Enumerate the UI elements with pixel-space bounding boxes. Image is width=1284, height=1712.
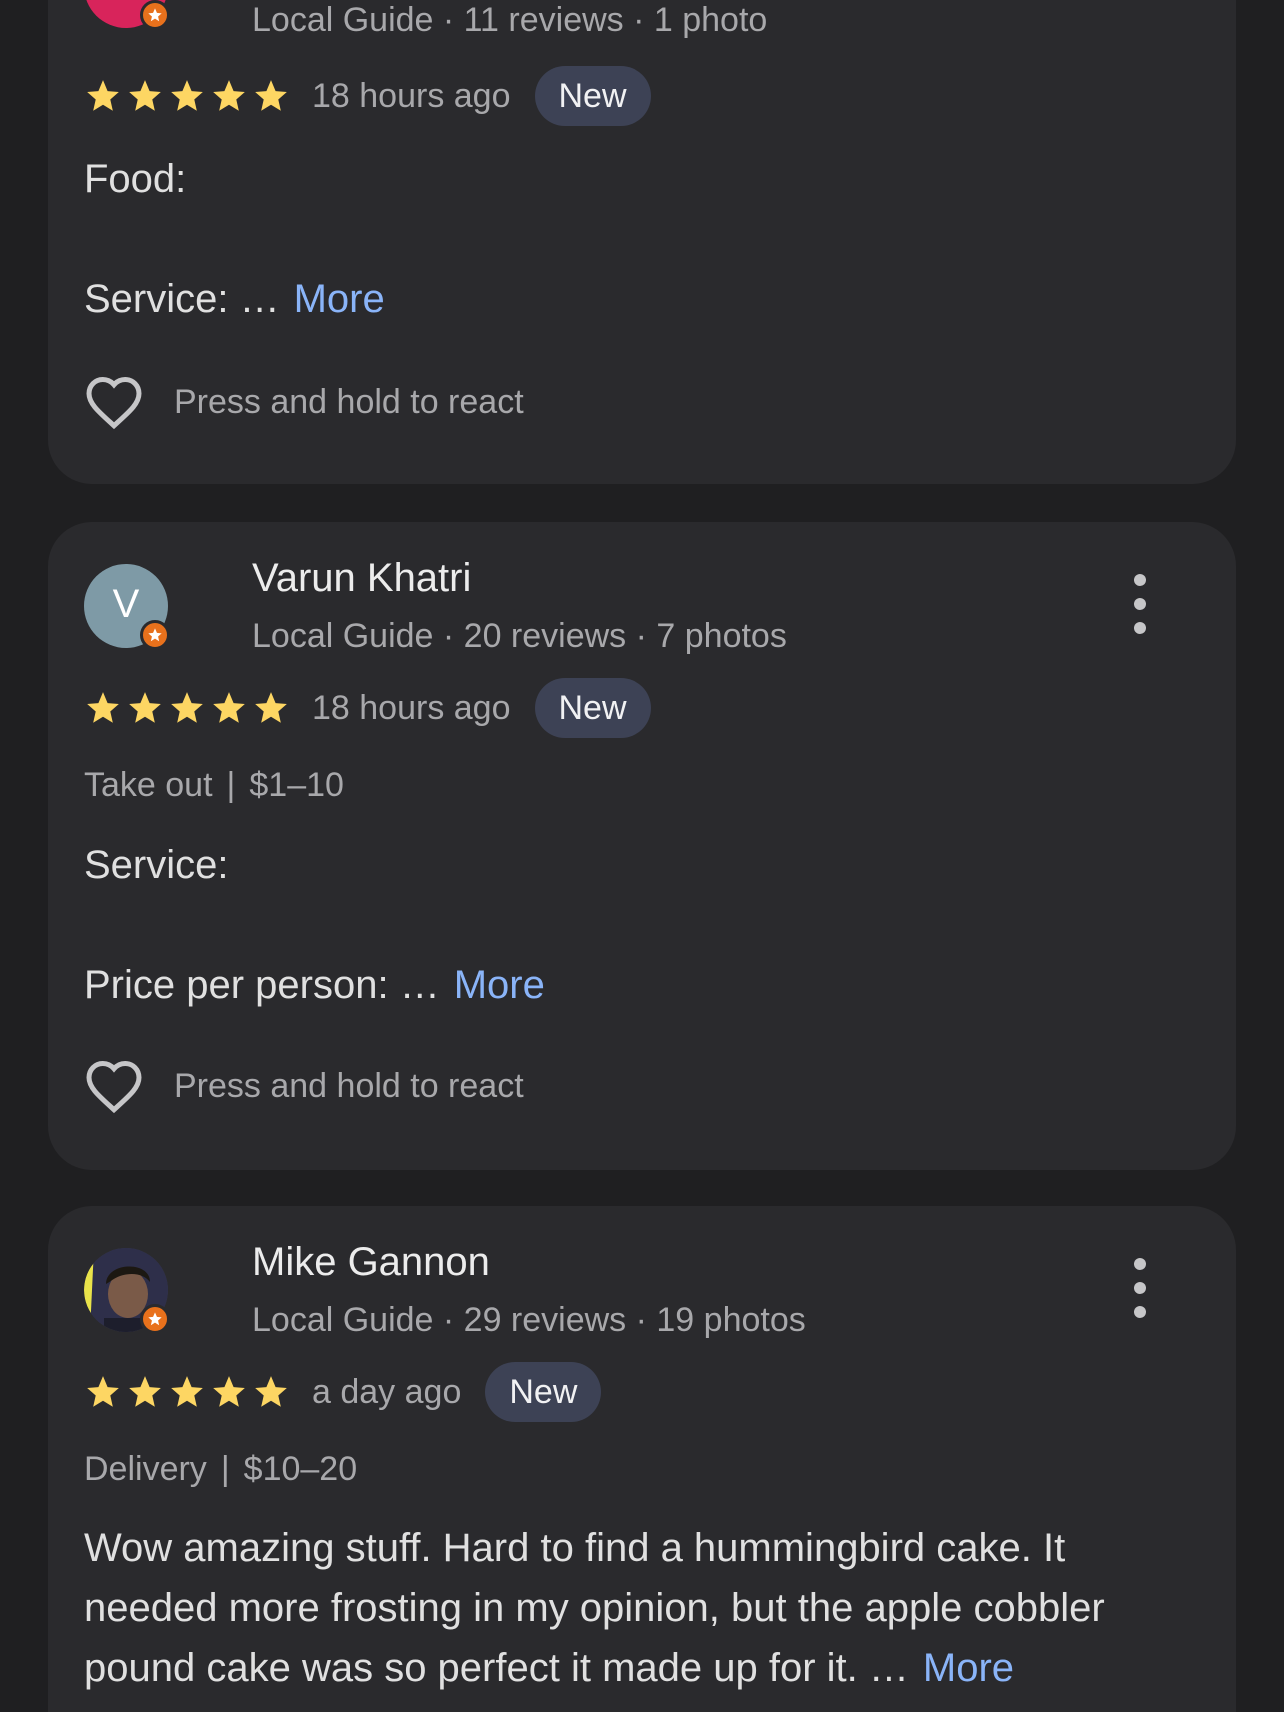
star-icon	[255, 692, 287, 723]
local-guide-star-icon	[140, 620, 170, 650]
reviews-feed: A Local Guide · 11 reviews · 1 photo 18	[0, 0, 1284, 1712]
order-info: Delivery | $10–20	[84, 1450, 357, 1489]
react-button[interactable]: Press and hold to react	[84, 372, 524, 432]
star-icon	[213, 80, 245, 111]
star-icon	[87, 1376, 119, 1407]
star-icon	[87, 692, 119, 723]
star-icon	[255, 80, 287, 111]
avatar-letter: A	[113, 0, 140, 7]
star-icon	[213, 692, 245, 723]
more-vert-icon[interactable]	[1120, 1258, 1160, 1318]
price-range: $1–10	[249, 766, 344, 804]
star-rating	[84, 77, 290, 115]
review-time: 18 hours ago	[312, 688, 511, 727]
star-icon	[171, 692, 203, 723]
review-text: Wow amazing stuff. Hard to find a hummin…	[84, 1518, 1200, 1698]
order-type: Take out	[84, 766, 213, 804]
author-meta: Local Guide · 11 reviews · 1 photo	[252, 1, 768, 39]
rating-row: 18 hours ago New	[84, 678, 651, 738]
price-range: $10–20	[243, 1450, 358, 1488]
local-guide-star-icon	[140, 0, 170, 30]
order-type: Delivery	[84, 1450, 207, 1488]
react-label: Press and hold to react	[174, 382, 524, 421]
review-text-line: Service: … More	[84, 277, 385, 322]
rating-row: 18 hours ago New	[84, 66, 651, 126]
star-icon	[255, 1376, 287, 1407]
order-info: Take out | $1–10	[84, 766, 344, 805]
separator: |	[220, 1450, 230, 1488]
new-badge: New	[485, 1362, 602, 1422]
review-card: V Varun Khatri Local Guide · 20 reviews …	[48, 522, 1236, 1170]
avatar-letter: V	[112, 581, 140, 626]
star-rating	[84, 689, 290, 727]
rating-row: a day ago New	[84, 1362, 602, 1422]
react-label: Press and hold to react	[174, 1066, 524, 1105]
review-time: 18 hours ago	[312, 76, 511, 115]
author-name[interactable]: Mike Gannon	[252, 1240, 490, 1285]
star-icon	[129, 692, 161, 723]
review-text-line: Service:	[84, 843, 229, 887]
review-card: A Local Guide · 11 reviews · 1 photo 18	[48, 0, 1236, 484]
star-icon	[129, 80, 161, 111]
more-link[interactable]: More	[294, 277, 385, 321]
review-text-truncated: Service: …	[84, 277, 280, 321]
star-icon	[129, 1376, 161, 1407]
avatar[interactable]	[84, 1248, 170, 1334]
star-icon	[213, 1376, 245, 1407]
local-guide-star-icon	[140, 1304, 170, 1334]
star-icon	[87, 80, 119, 111]
author-meta: Local Guide · 29 reviews · 19 photos	[252, 1301, 806, 1339]
new-badge: New	[534, 678, 651, 738]
heart-outline-icon	[86, 376, 142, 430]
star-icon	[171, 80, 203, 111]
review-text-line: Price per person: … More	[84, 963, 545, 1008]
author-meta: Local Guide · 20 reviews · 7 photos	[252, 617, 787, 655]
review-text-line: Food:	[84, 157, 187, 201]
react-button[interactable]: Press and hold to react	[84, 1056, 524, 1116]
author-name[interactable]: Varun Khatri	[252, 556, 471, 601]
more-vert-icon[interactable]	[1120, 574, 1160, 634]
review-text-truncated: Price per person: …	[84, 963, 440, 1007]
separator: |	[226, 766, 236, 804]
avatar[interactable]: V	[84, 564, 170, 650]
star-rating	[84, 1373, 290, 1411]
avatar[interactable]: A	[84, 0, 170, 30]
review-time: a day ago	[312, 1372, 462, 1411]
star-icon	[171, 1376, 203, 1407]
more-link[interactable]: More	[454, 963, 545, 1007]
more-link[interactable]: More	[923, 1646, 1014, 1690]
heart-outline-icon	[86, 1060, 142, 1114]
new-badge: New	[534, 66, 651, 126]
review-card: Mike Gannon Local Guide · 29 reviews · 1…	[48, 1206, 1236, 1712]
